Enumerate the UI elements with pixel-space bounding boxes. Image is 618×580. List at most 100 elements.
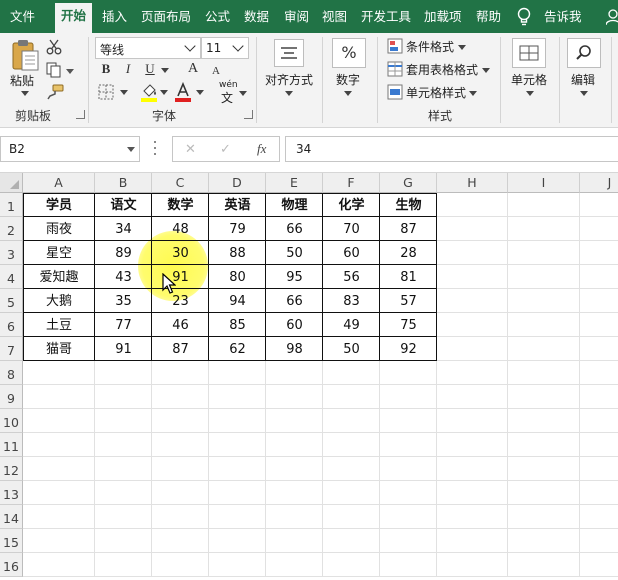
table-cell[interactable]: 星空 bbox=[23, 241, 95, 265]
row-header-12[interactable]: 12 bbox=[0, 457, 23, 481]
table-cell[interactable]: 62 bbox=[209, 337, 266, 361]
select-all-button[interactable] bbox=[0, 173, 23, 193]
border-dropdown-caret[interactable] bbox=[120, 90, 128, 95]
column-header-a[interactable]: A bbox=[23, 173, 95, 193]
paste-button-label[interactable]: 粘贴 bbox=[10, 72, 34, 89]
formula-input[interactable]: 34 bbox=[285, 136, 618, 162]
row-header-4[interactable]: 4 bbox=[0, 265, 23, 289]
cell-styles-icon[interactable] bbox=[387, 84, 403, 100]
table-header-cell[interactable]: 数学 bbox=[152, 193, 209, 217]
table-cell[interactable]: 56 bbox=[323, 265, 380, 289]
conditional-formatting-caret[interactable] bbox=[458, 45, 466, 50]
table-cell[interactable]: 85 bbox=[209, 313, 266, 337]
format-as-table-icon[interactable] bbox=[387, 61, 403, 77]
resize-grip-dot[interactable] bbox=[154, 141, 156, 143]
column-header-d[interactable]: D bbox=[209, 173, 266, 193]
column-header-h[interactable]: H bbox=[437, 173, 508, 193]
table-header-cell[interactable]: 物理 bbox=[266, 193, 323, 217]
table-cell[interactable]: 87 bbox=[152, 337, 209, 361]
row-header-13[interactable]: 13 bbox=[0, 481, 23, 505]
copy-icon[interactable] bbox=[46, 62, 62, 78]
border-icon[interactable] bbox=[98, 84, 114, 100]
font-size-select[interactable]: 11 bbox=[201, 37, 249, 59]
column-header-f[interactable]: F bbox=[323, 173, 380, 193]
row-header-16[interactable]: 16 bbox=[0, 553, 23, 577]
table-header-cell[interactable]: 英语 bbox=[209, 193, 266, 217]
phonetic-dropdown-caret[interactable] bbox=[239, 91, 247, 96]
row-header-7[interactable]: 7 bbox=[0, 337, 23, 361]
table-cell[interactable]: 43 bbox=[95, 265, 152, 289]
cells-button-label[interactable]: 单元格 bbox=[511, 71, 547, 88]
bold-button[interactable]: B bbox=[97, 60, 115, 78]
row-header-9[interactable]: 9 bbox=[0, 385, 23, 409]
table-cell[interactable]: 75 bbox=[380, 313, 437, 337]
column-header-j[interactable]: J bbox=[580, 173, 618, 193]
number-button-label[interactable]: 数字 bbox=[336, 71, 360, 88]
row-header-10[interactable]: 10 bbox=[0, 409, 23, 433]
paste-dropdown-caret[interactable] bbox=[21, 91, 29, 96]
table-cell[interactable]: 66 bbox=[266, 289, 323, 313]
cells-dropdown-caret[interactable] bbox=[526, 91, 534, 96]
alignment-button-label[interactable]: 对齐方式 bbox=[265, 71, 313, 88]
table-cell[interactable]: 57 bbox=[380, 289, 437, 313]
table-cell[interactable]: 60 bbox=[266, 313, 323, 337]
table-cell[interactable]: 35 bbox=[95, 289, 152, 313]
italic-button[interactable]: I bbox=[119, 60, 137, 78]
column-header-i[interactable]: I bbox=[508, 173, 580, 193]
name-box-dropdown-caret[interactable] bbox=[127, 147, 135, 152]
conditional-formatting-button[interactable]: 条件格式 bbox=[406, 38, 454, 55]
editing-dropdown-caret[interactable] bbox=[580, 91, 588, 96]
tab-home[interactable]: 开始 bbox=[55, 3, 93, 33]
lightbulb-icon[interactable] bbox=[516, 7, 532, 27]
tab-insert[interactable]: 插入 bbox=[102, 7, 127, 27]
column-header-e[interactable]: E bbox=[266, 173, 323, 193]
confirm-icon[interactable]: ✓ bbox=[220, 142, 231, 157]
table-cell[interactable]: 雨夜 bbox=[23, 217, 95, 241]
row-header-3[interactable]: 3 bbox=[0, 241, 23, 265]
table-cell[interactable]: 30 bbox=[152, 241, 209, 265]
table-cell[interactable]: 94 bbox=[209, 289, 266, 313]
name-box[interactable]: B2 bbox=[0, 136, 140, 162]
number-dropdown-caret[interactable] bbox=[344, 91, 352, 96]
format-as-table-button[interactable]: 套用表格格式 bbox=[406, 61, 478, 78]
editing-button-label[interactable]: 编辑 bbox=[571, 71, 595, 88]
font-color-icon[interactable] bbox=[174, 82, 192, 102]
table-cell[interactable]: 95 bbox=[266, 265, 323, 289]
table-cell[interactable]: 28 bbox=[380, 241, 437, 265]
tab-data[interactable]: 数据 bbox=[244, 7, 269, 27]
alignment-icon[interactable] bbox=[274, 39, 304, 67]
phonetic-glyph-icon[interactable]: 文 bbox=[221, 89, 233, 106]
cells-icon[interactable] bbox=[512, 38, 546, 68]
table-cell[interactable]: 88 bbox=[209, 241, 266, 265]
tab-review[interactable]: 审阅 bbox=[284, 7, 309, 27]
column-header-g[interactable]: G bbox=[380, 173, 437, 193]
table-cell[interactable]: 66 bbox=[266, 217, 323, 241]
fill-color-icon[interactable] bbox=[140, 82, 158, 102]
table-cell[interactable]: 87 bbox=[380, 217, 437, 241]
table-cell[interactable]: 83 bbox=[323, 289, 380, 313]
cut-icon[interactable] bbox=[46, 39, 62, 55]
tab-formulas[interactable]: 公式 bbox=[205, 7, 230, 27]
tell-me-search[interactable]: 告诉我 bbox=[544, 7, 582, 27]
tab-addins[interactable]: 加载项 bbox=[424, 7, 462, 27]
spreadsheet-grid[interactable]: A B C D E F G H I J 1 2 3 4 5 6 7 8 9 10 11 12 13 14 15 16 学员 语文 数学英… bbox=[0, 173, 618, 580]
table-cell[interactable]: 49 bbox=[323, 313, 380, 337]
font-launcher-icon[interactable] bbox=[244, 110, 253, 119]
table-cell[interactable]: 34 bbox=[95, 217, 152, 241]
resize-grip-dot[interactable] bbox=[154, 153, 156, 155]
table-cell[interactable]: 爱知趣 bbox=[23, 265, 95, 289]
table-cell[interactable]: 91 bbox=[95, 337, 152, 361]
row-header-5[interactable]: 5 bbox=[0, 289, 23, 313]
row-header-11[interactable]: 11 bbox=[0, 433, 23, 457]
decrease-font-size-button[interactable]: A bbox=[207, 62, 225, 80]
cell-styles-caret[interactable] bbox=[469, 91, 477, 96]
table-cell[interactable]: 50 bbox=[266, 241, 323, 265]
table-header-cell[interactable]: 生物 bbox=[380, 193, 437, 217]
table-header-cell[interactable]: 学员 bbox=[23, 193, 95, 217]
increase-font-size-button[interactable]: A bbox=[184, 60, 202, 78]
table-cell[interactable]: 80 bbox=[209, 265, 266, 289]
number-format-icon[interactable]: % bbox=[332, 38, 366, 68]
table-cell[interactable]: 猫哥 bbox=[23, 337, 95, 361]
table-header-cell[interactable]: 语文 bbox=[95, 193, 152, 217]
table-cell[interactable]: 46 bbox=[152, 313, 209, 337]
